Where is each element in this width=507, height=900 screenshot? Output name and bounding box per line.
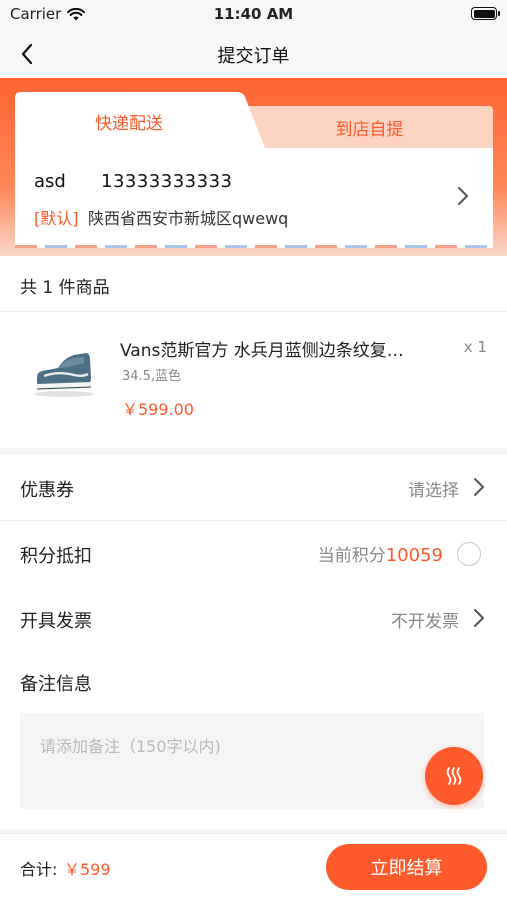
points-row: 积分抵扣 当前积分10059 (0, 521, 507, 587)
tab-express-label: 快递配送 (95, 114, 163, 134)
tab-store-pickup[interactable]: 到店自提 (246, 106, 493, 148)
total-label: 合计: (20, 860, 58, 879)
status-bar: Carrier 11:40 AM (0, 0, 507, 30)
receiver-phone: 13333333333 (101, 171, 233, 192)
invoice-label: 开具发票 (20, 611, 92, 632)
product-spec: 34.5,蓝色 (122, 369, 182, 384)
receiver-name: asd (34, 171, 66, 192)
points-label: 积分抵扣 (20, 546, 92, 567)
tab-express-delivery[interactable]: 快递配送 (15, 92, 271, 148)
chevron-right-icon (474, 478, 484, 496)
remark-input[interactable] (20, 713, 484, 809)
coupon-value: 请选择 (408, 481, 459, 501)
airmail-border (15, 245, 493, 248)
invoice-value: 不开发票 (391, 612, 459, 632)
tab-store-pickup-label: 到店自提 (335, 119, 404, 140)
battery-icon (471, 7, 500, 20)
points-prefix: 当前积分 (317, 546, 386, 566)
goods-count-header: 共 1 件商品 (0, 256, 507, 312)
product-item[interactable]: Vans范斯官方 水兵月蓝侧边条纹复… 34.5,蓝色 ￥599.00 x 1 (0, 312, 507, 448)
wave-lines-icon (446, 767, 462, 785)
chevron-right-icon (458, 187, 468, 205)
checkout-button[interactable]: 立即结算 (326, 844, 487, 890)
floating-menu-button[interactable] (425, 747, 483, 805)
product-image-icon (24, 330, 104, 410)
points-radio[interactable] (457, 542, 481, 566)
goods-count-label: 共 1 件商品 (20, 278, 110, 298)
coupon-row[interactable]: 优惠券 请选择 (0, 455, 507, 521)
product-name: Vans范斯官方 水兵月蓝侧边条纹复… (120, 341, 404, 361)
remark-label: 备注信息 (20, 674, 92, 695)
remark-section: 备注信息 (0, 651, 507, 829)
total-amount: ￥599 (64, 860, 111, 879)
checkout-bar: 合计: ￥599 立即结算 (0, 833, 507, 900)
address-detail: 陕西省西安市新城区qwewq (88, 209, 289, 228)
invoice-row[interactable]: 开具发票 不开发票 (0, 586, 507, 652)
coupon-label: 优惠券 (20, 480, 74, 501)
clock: 11:40 AM (213, 5, 294, 23)
points-balance: 当前积分10059 (318, 541, 443, 566)
nav-bar: 提交订单 (0, 30, 507, 78)
chevron-right-icon (474, 609, 484, 627)
product-quantity: x 1 (463, 338, 487, 356)
points-number: 10059 (385, 545, 443, 566)
address-card[interactable]: asd 13333333333 [默认] 陕西省西安市新城区qwewq (15, 148, 493, 248)
product-price: ￥599.00 (122, 400, 194, 419)
page-title: 提交订单 (217, 46, 290, 67)
default-tag: [默认] (34, 209, 79, 228)
